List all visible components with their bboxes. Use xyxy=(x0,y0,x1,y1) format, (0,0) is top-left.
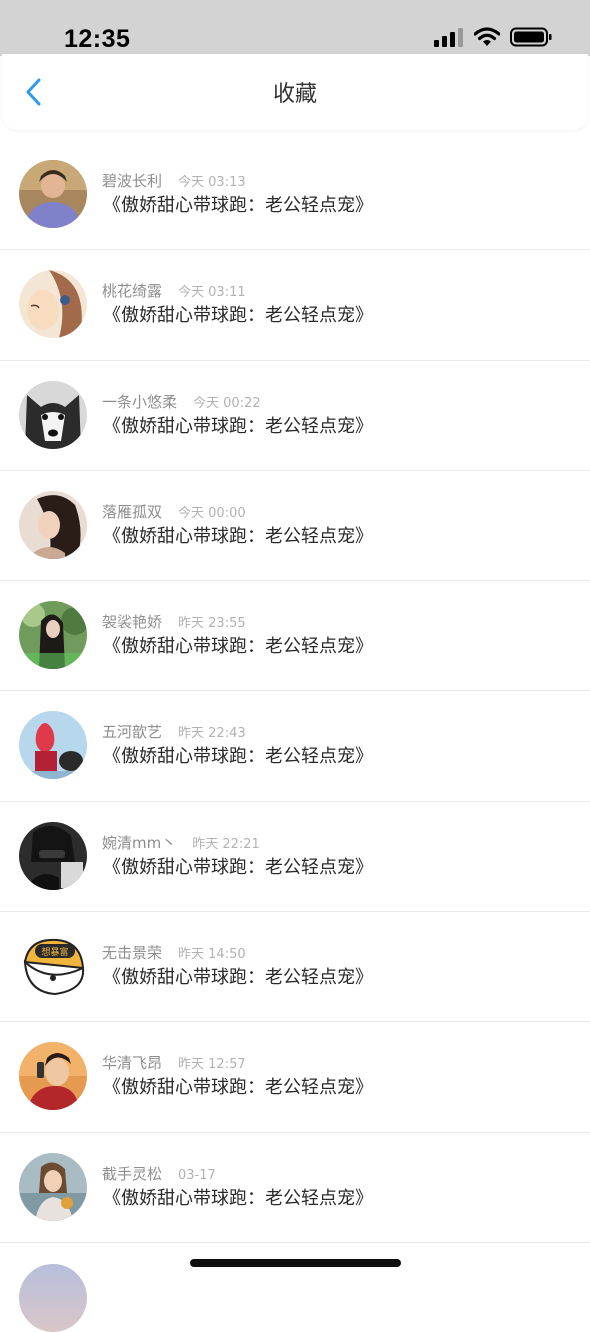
item-meta: 袈裟艳娇 昨天 23:55 xyxy=(102,611,246,635)
user-name: 碧波长利 xyxy=(102,172,163,190)
book-title: 《傲娇甜心带球跑：老公轻点宠》 xyxy=(103,305,373,327)
avatar[interactable] xyxy=(19,380,87,449)
list-item[interactable]: 婉清mm丶 昨天 22:21 《傲娇甜心带球跑：老公轻点宠》 xyxy=(0,802,590,913)
timestamp: 昨天 12:57 xyxy=(178,1057,246,1073)
list-item[interactable]: 截手灵松 03-17 《傲娇甜心带球跑：老公轻点宠》 xyxy=(0,1133,590,1243)
item-meta: 五河歆艺 昨天 22:43 xyxy=(102,721,246,745)
avatar[interactable] xyxy=(19,1152,87,1221)
book-title: 《傲娇甜心带球跑：老公轻点宠》 xyxy=(103,1187,373,1209)
avatar[interactable] xyxy=(19,270,87,339)
avatar[interactable] xyxy=(19,601,87,670)
user-name: 桃花绮露 xyxy=(102,282,163,301)
list-item[interactable]: 袈裟艳娇 昨天 23:55 《傲娇甜心带球跑：老公轻点宠》 xyxy=(0,581,590,692)
book-title: 《傲娇甜心带球跑：老公轻点宠》 xyxy=(103,525,373,547)
status-bar: 12:35 xyxy=(0,0,590,56)
book-title: 《傲娇甜心带球跑：老公轻点宠》 xyxy=(103,415,373,437)
user-name: 截手灵松 xyxy=(102,1164,163,1183)
avatar[interactable] xyxy=(19,1264,87,1332)
avatar[interactable] xyxy=(19,711,87,780)
avatar-text: 想暴富 xyxy=(41,946,68,958)
user-name: 无击景荣 xyxy=(102,944,163,963)
timestamp: 03-17 xyxy=(178,1167,216,1183)
avatar[interactable] xyxy=(19,490,87,559)
book-title: 《傲娇甜心带球跑：老公轻点宠》 xyxy=(103,195,373,216)
item-meta: 华清飞昂 昨天 12:57 xyxy=(102,1052,246,1076)
navigation-bar: 收藏 xyxy=(2,54,588,130)
list-item[interactable]: 桃花绮露 今天 03:11 《傲娇甜心带球跑：老公轻点宠》 xyxy=(0,250,590,361)
item-meta: 婉清mm丶 昨天 22:21 xyxy=(102,832,260,856)
timestamp: 今天 03:13 xyxy=(178,175,246,190)
status-icons xyxy=(434,26,552,52)
timestamp: 今天 00:22 xyxy=(193,395,261,411)
timestamp: 今天 03:11 xyxy=(178,285,246,301)
status-time: 12:35 xyxy=(64,25,131,53)
user-name: 一条小悠柔 xyxy=(102,392,178,411)
item-meta: 截手灵松 03-17 xyxy=(102,1163,216,1187)
item-meta: 桃花绮露 今天 03:11 xyxy=(102,280,246,304)
avatar[interactable]: 想暴富 xyxy=(19,932,87,1001)
timestamp: 昨天 22:43 xyxy=(178,726,246,742)
timestamp: 昨天 14:50 xyxy=(178,947,246,963)
book-title: 《傲娇甜心带球跑：老公轻点宠》 xyxy=(103,746,373,768)
list-item[interactable]: 落雁孤双 今天 00:00 《傲娇甜心带球跑：老公轻点宠》 xyxy=(0,471,590,582)
list-item[interactable]: 华清飞昂 昨天 12:57 《傲娇甜心带球跑：老公轻点宠》 xyxy=(0,1022,590,1133)
wifi-icon xyxy=(473,27,501,51)
book-title: 《傲娇甜心带球跑：老公轻点宠》 xyxy=(103,856,373,878)
list-item[interactable]: 一条小悠柔 今天 00:22 《傲娇甜心带球跑：老公轻点宠》 xyxy=(0,361,590,471)
user-name: 五河歆艺 xyxy=(102,723,163,742)
timestamp: 昨天 22:21 xyxy=(192,836,260,852)
user-name: 袈裟艳娇 xyxy=(102,613,163,632)
list-item[interactable]: 想暴富 无击景荣 昨天 14:50 《傲娇甜心带球跑：老公轻点宠》 xyxy=(0,912,590,1023)
avatar[interactable] xyxy=(19,821,87,890)
avatar[interactable] xyxy=(19,1042,87,1111)
battery-icon xyxy=(510,27,552,51)
list-item[interactable]: 五河歆艺 昨天 22:43 《傲娇甜心带球跑：老公轻点宠》 xyxy=(0,691,590,802)
list-item[interactable]: 碧波长利 今天 03:13 《傲娇甜心带球跑：老公轻点宠》 xyxy=(0,140,590,251)
book-title: 《傲娇甜心带球跑：老公轻点宠》 xyxy=(103,967,373,989)
item-meta: 落雁孤双 今天 00:00 xyxy=(102,501,246,525)
avatar[interactable] xyxy=(19,160,87,228)
user-name: 婉清mm丶 xyxy=(102,833,177,852)
favorites-list: 碧波长利 今天 03:13 《傲娇甜心带球跑：老公轻点宠》 桃花绮露 今天 03… xyxy=(0,140,590,1243)
user-name: 华清飞昂 xyxy=(102,1054,163,1073)
home-indicator xyxy=(190,1259,401,1267)
user-name: 落雁孤双 xyxy=(102,502,163,521)
item-meta: 一条小悠柔 今天 00:22 xyxy=(102,391,261,415)
book-title: 《傲娇甜心带球跑：老公轻点宠》 xyxy=(103,1077,373,1099)
page-title: 收藏 xyxy=(272,82,317,107)
timestamp: 昨天 23:55 xyxy=(178,616,246,632)
signal-icon xyxy=(434,27,464,51)
timestamp: 今天 00:00 xyxy=(178,505,246,521)
item-meta: 碧波长利 今天 03:13 xyxy=(102,170,246,194)
book-title: 《傲娇甜心带球跑：老公轻点宠》 xyxy=(103,636,373,658)
item-meta: 无击景荣 昨天 14:50 xyxy=(102,942,246,966)
